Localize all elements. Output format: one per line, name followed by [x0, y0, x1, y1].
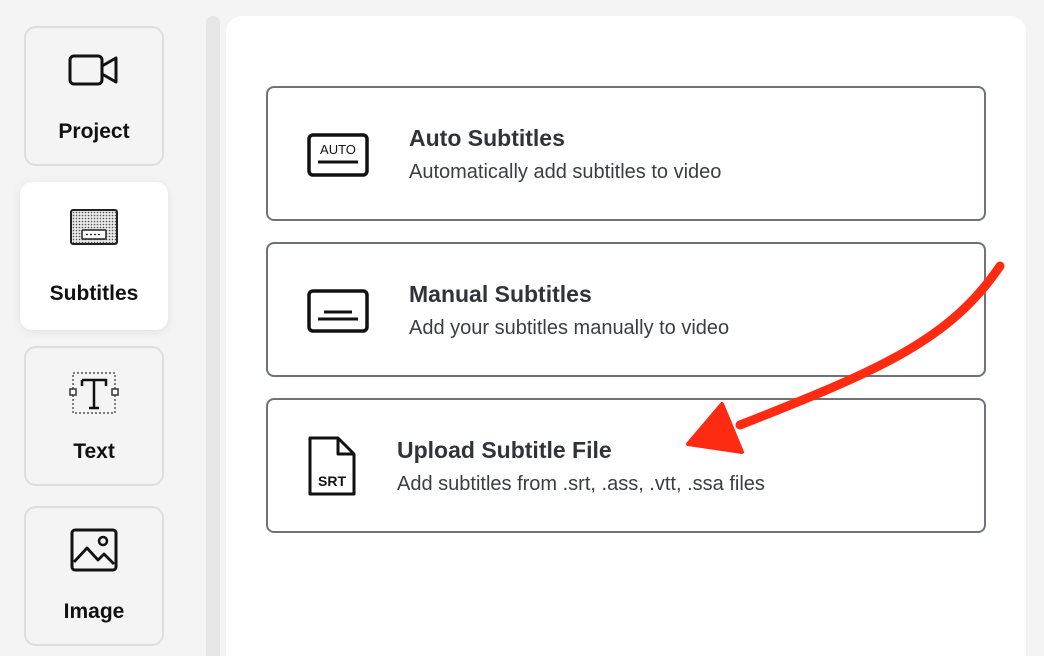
manual-subtitles-option[interactable]: Manual Subtitles Add your subtitles manu… [266, 242, 986, 377]
text-icon [68, 368, 120, 423]
image-icon [70, 528, 118, 577]
option-title: Upload Subtitle File [397, 437, 612, 463]
option-description: Automatically add subtitles to video [409, 161, 722, 183]
editor-page: Project Subtitles Text Image AUTO Auto S… [0, 0, 1044, 656]
srt-file-icon: SRT [306, 434, 358, 503]
auto-subtitles-icon: AUTO [306, 132, 370, 183]
auto-subtitles-option[interactable]: AUTO Auto Subtitles Automatically add su… [266, 86, 986, 221]
option-title: Manual Subtitles [409, 281, 592, 307]
subtitles-panel: AUTO Auto Subtitles Automatically add su… [226, 16, 1026, 656]
sidebar-item-subtitles[interactable]: Subtitles [20, 182, 168, 330]
option-description: Add subtitles from .srt, .ass, .vtt, .ss… [397, 473, 765, 495]
sidebar: Project Subtitles Text Image [0, 0, 200, 656]
sidebar-scrollbar[interactable] [206, 16, 220, 656]
upload-subtitle-file-option[interactable]: SRT Upload Subtitle File Add subtitles f… [266, 398, 986, 533]
option-description: Add your subtitles manually to video [409, 317, 730, 339]
sidebar-item-text[interactable]: Text [24, 346, 164, 486]
manual-subtitles-icon [306, 288, 370, 339]
sidebar-item-label: Subtitles [49, 282, 139, 305]
svg-text:AUTO: AUTO [320, 142, 356, 157]
sidebar-item-label: Text [73, 440, 115, 463]
sidebar-item-label: Project [58, 120, 130, 143]
subtitles-icon [69, 208, 119, 253]
svg-text:SRT: SRT [318, 473, 346, 489]
video-camera-icon [68, 52, 120, 93]
sidebar-item-label: Image [63, 600, 125, 623]
sidebar-item-image[interactable]: Image [24, 506, 164, 646]
sidebar-item-project[interactable]: Project [24, 26, 164, 166]
option-title: Auto Subtitles [409, 125, 565, 151]
